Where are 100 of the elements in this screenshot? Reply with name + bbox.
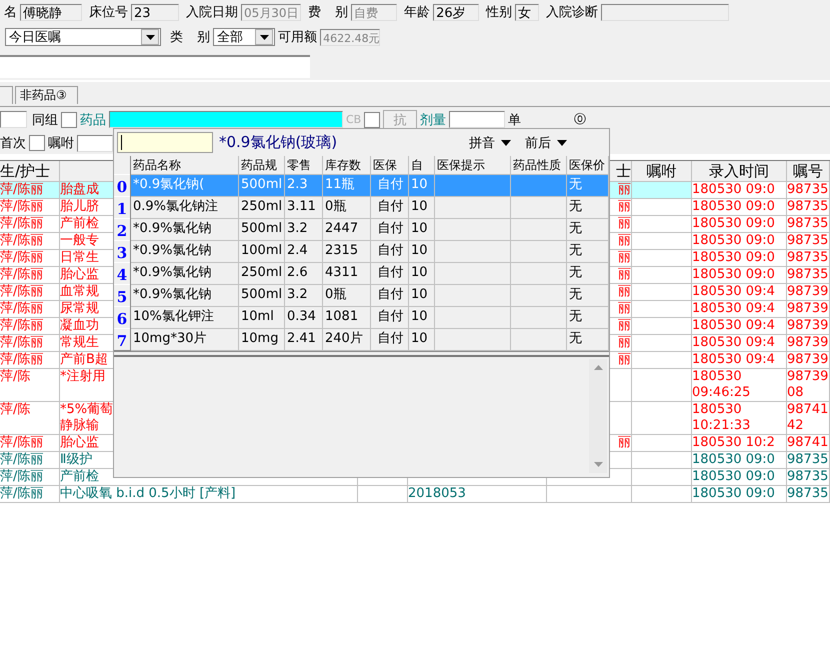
table-cell: 无 <box>569 243 582 258</box>
tab[interactable]: 非药品③ <box>15 86 78 104</box>
current-drug-label: *0.9氯化钠(玻璃) <box>219 133 338 152</box>
table-cell: 胎盘成 <box>60 182 99 198</box>
drug-row[interactable]: *0.9%氯化钠 100ml 2.4 2315 自付 10 无 <box>131 240 609 262</box>
table-cell: 180530 09:0 <box>692 216 775 231</box>
table-cell: 10 <box>411 309 428 324</box>
table-cell: *0.9氯化钠( <box>133 177 204 192</box>
table-cell: 无 <box>569 287 582 302</box>
sort-dropdown[interactable]: 前后 <box>525 134 551 152</box>
checkbox[interactable] <box>61 112 77 128</box>
table-cell: 500ml <box>241 287 282 302</box>
text-field[interactable] <box>601 4 730 20</box>
table-cell: 98735 <box>787 486 828 501</box>
field-label: 年龄 <box>404 4 430 21</box>
input-field[interactable] <box>0 111 27 128</box>
field-label: 入院日期 <box>186 4 238 21</box>
table-cell: 0.34 <box>287 309 316 324</box>
table-cell: 10 <box>411 199 428 214</box>
drug-row[interactable]: 10%氯化钾注 10ml 0.34 1081 自付 10 无 <box>131 306 609 328</box>
table-cell: 3.2 <box>287 221 308 236</box>
field-label: 性别 <box>486 4 512 21</box>
table-cell: 日常生 <box>60 250 99 266</box>
input-field[interactable] <box>77 134 113 152</box>
table-cell: 98735 <box>787 452 828 467</box>
field-label: 类 别 <box>170 29 210 46</box>
table-cell: 98739 08 <box>787 369 828 400</box>
drug-row[interactable]: *0.9%氯化钠 500ml 3.2 2447 自付 10 无 <box>131 218 609 240</box>
table-cell: 0瓶 <box>325 287 346 302</box>
drug-row[interactable]: *0.9%氯化钠 250ml 2.6 4311 自付 10 无 <box>131 262 609 284</box>
table-cell: 萍/陈丽 <box>0 469 44 484</box>
table-cell: 自付 <box>378 221 404 236</box>
drug-input-field[interactable] <box>109 111 343 128</box>
dose-field[interactable] <box>449 111 506 128</box>
input-field[interactable] <box>0 55 310 78</box>
text-field[interactable]: 23 <box>131 4 179 20</box>
checkbox[interactable] <box>364 112 380 128</box>
table-cell: 无 <box>569 309 582 324</box>
scroll-down-icon[interactable] <box>594 462 602 467</box>
drug-row[interactable]: 0.9%氯化钠注 250ml 3.11 0瓶 自付 10 无 <box>131 196 609 218</box>
table-cell: 98739 <box>787 352 828 367</box>
table-cell: *0.9%氯化钠 <box>133 265 212 280</box>
order-row[interactable]: 萍/陈丽 中心吸氧 b.i.d 0.5小时 [产料] 2018053 180530 09:0 98735 <box>0 486 830 503</box>
table-cell: 180530 09:4 <box>692 318 775 333</box>
table-cell: 自付 <box>378 331 404 346</box>
text-field[interactable]: 26岁 <box>433 4 480 20</box>
table-cell: 萍/陈丽 <box>0 435 44 450</box>
column-header: 嘱号 <box>787 161 830 182</box>
field-label: 可用额 <box>278 29 318 46</box>
table-cell: 10 <box>411 265 428 280</box>
table-cell: 2018053 <box>408 486 466 501</box>
table-cell: 10mg <box>241 331 278 346</box>
table-cell: 4311 <box>325 265 358 280</box>
table-cell: 凝血功 <box>60 318 99 334</box>
status-dropdown[interactable]: 今日医嘱 <box>5 28 161 46</box>
table-cell: 98739 <box>787 284 828 299</box>
table-cell: 500ml <box>241 177 282 192</box>
table-cell: 胎心监 <box>60 435 99 451</box>
tab[interactable] <box>0 86 13 104</box>
field-label: 费 别 <box>308 4 348 21</box>
column-header: 录入时间 <box>692 161 787 182</box>
table-cell: *0.9%氯化钠 <box>133 243 212 258</box>
search-field[interactable] <box>117 132 213 153</box>
checkbox[interactable] <box>29 135 45 151</box>
row-number: 3 <box>114 240 130 262</box>
table-cell: 萍/陈丽 <box>0 452 44 467</box>
text-field[interactable]: 傅晓静 <box>20 4 82 20</box>
table-cell: 萍/陈丽 <box>0 486 44 501</box>
table-cell: 98739 <box>787 335 828 350</box>
row-number: 7 <box>114 328 130 350</box>
table-cell: 丽 <box>618 216 631 231</box>
field-label: 嘱咐 <box>48 135 74 152</box>
table-cell: 10 <box>411 287 428 302</box>
table-cell: 98735 <box>787 199 828 214</box>
table-cell: 丽 <box>618 435 631 450</box>
table-cell: 0.9%氯化钠注 <box>133 199 218 214</box>
table-cell: 丽 <box>618 301 631 316</box>
drug-row[interactable]: *0.9%氯化钠 500ml 3.2 0瓶 自付 10 无 <box>131 284 609 306</box>
table-cell: 10ml <box>241 309 274 324</box>
table-cell: 180530 09:4 <box>692 284 775 299</box>
table-cell: 11瓶 <box>325 177 355 192</box>
table-cell: 180530 09:0 <box>692 486 775 501</box>
field-label: 首次 <box>0 135 26 152</box>
category-dropdown[interactable]: 全部 <box>213 28 276 46</box>
scrollbar[interactable] <box>589 359 607 473</box>
table-cell: 180530 09:0 <box>692 267 775 282</box>
row-number: 2 <box>114 218 130 240</box>
table-cell: 98739 <box>787 301 828 316</box>
table-cell: 萍/陈丽 <box>0 284 44 299</box>
table-cell: 2315 <box>325 243 358 258</box>
table-cell: 丽 <box>618 267 631 282</box>
drug-row[interactable]: 10mg*30片 10mg 2.41 240片 自付 10 无 <box>131 328 609 350</box>
scroll-up-icon[interactable] <box>594 365 602 370</box>
table-cell: 萍/陈丽 <box>0 352 44 367</box>
table-cell: 180530 09:0 <box>692 469 775 484</box>
text-field[interactable]: 女 <box>515 4 540 20</box>
field-label: 单 <box>508 112 522 128</box>
table-cell: 萍/陈丽 <box>0 335 44 350</box>
sort-dropdown[interactable]: 拼音 <box>469 134 495 152</box>
table-cell: 萍/陈丽 <box>0 182 44 197</box>
